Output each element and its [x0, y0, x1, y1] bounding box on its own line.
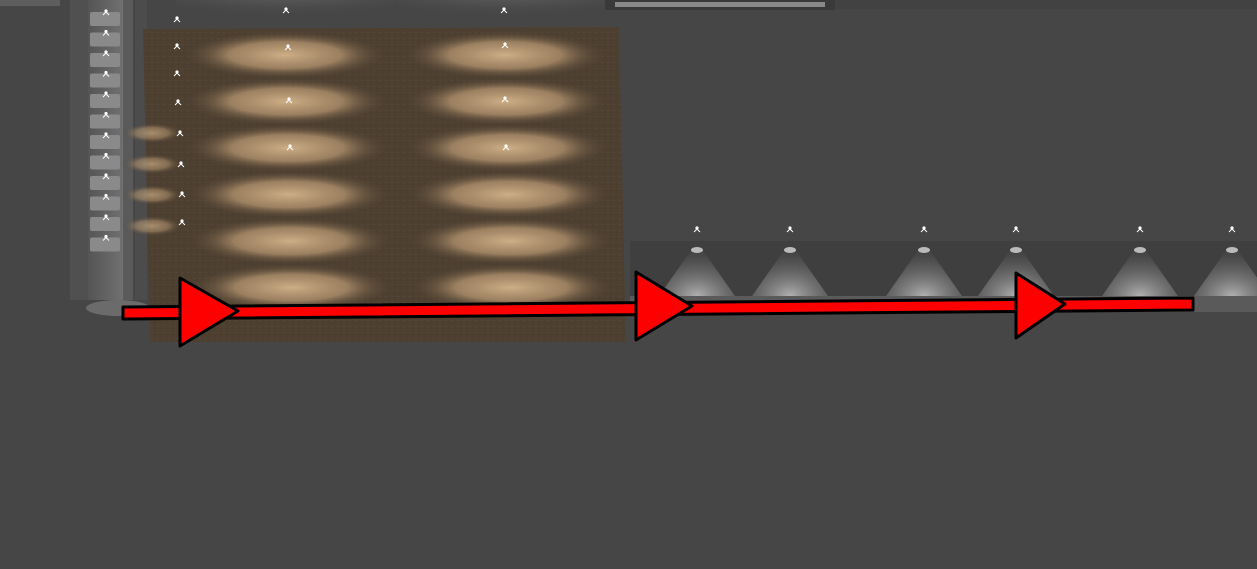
column-fixture [90, 53, 120, 67]
spotlight-icon [693, 226, 701, 233]
spotlight-icon [1136, 226, 1144, 233]
spotlight-icon [1228, 226, 1236, 233]
light-pool [403, 31, 607, 79]
column-fixture [90, 237, 120, 252]
light-pool [406, 170, 611, 219]
light-pool-partial [122, 185, 182, 205]
column-fixture [90, 73, 120, 88]
column-fixture [90, 135, 120, 149]
light-pool [188, 217, 393, 265]
light-pool [184, 77, 389, 126]
column-fixture [90, 176, 120, 190]
column-fixture [90, 114, 120, 129]
light-pool [183, 31, 387, 79]
ceiling-lights-top [0, 0, 1257, 22]
spotlight-icon [920, 226, 928, 233]
light-pool-partial [122, 216, 182, 236]
column-fixture [90, 196, 120, 211]
column-fixture [90, 32, 120, 47]
column-fixture [90, 217, 120, 231]
light-pool [186, 170, 391, 219]
spotlight-icon [786, 226, 794, 233]
spotlight-icon [1012, 226, 1020, 233]
light-pool-partial [122, 123, 182, 143]
light-pool [404, 77, 609, 126]
light-pool [408, 217, 613, 265]
column-fixture [90, 12, 120, 26]
light-pool [185, 124, 390, 172]
light-pool-partial [122, 154, 182, 174]
light-source-icon [173, 16, 181, 23]
viewport-3d-scene [0, 0, 1257, 348]
column-fixture [90, 155, 120, 170]
column-fixture [90, 94, 120, 108]
